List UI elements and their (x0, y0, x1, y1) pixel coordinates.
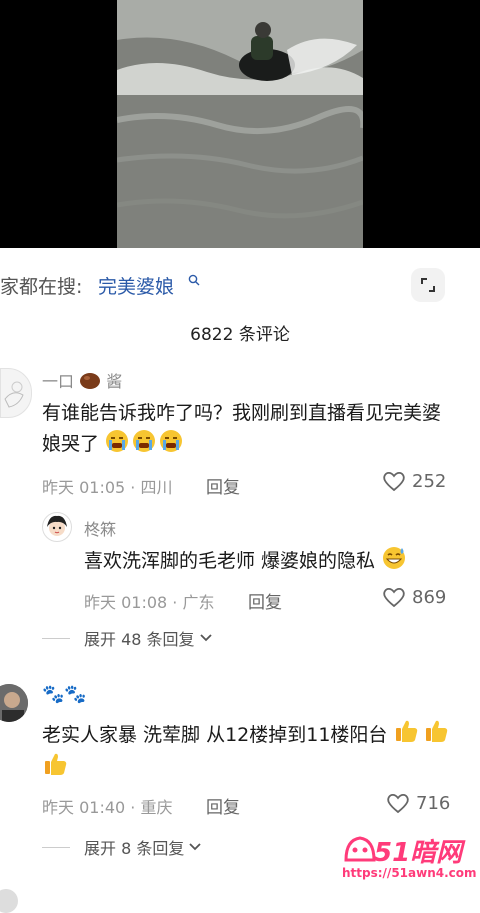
comment-count: 6822 条评论 (190, 325, 290, 345)
comment-meta: 昨天 01:05 · 四川 (42, 478, 173, 497)
avatar-photo-icon (0, 684, 28, 722)
like-count: 869 (412, 586, 447, 608)
video-frame (117, 0, 363, 248)
like-count: 252 (412, 470, 447, 492)
comment-username[interactable]: 🐾🐾 (42, 684, 87, 705)
hot-search-term[interactable]: 完美婆娘 (98, 272, 174, 299)
comment-text: 有谁能告诉我咋了吗？我刚刷到直播看见完美婆 娘哭了 (42, 402, 442, 455)
hot-search-prefix: 家都在搜: (0, 276, 83, 298)
divider-line (42, 637, 70, 639)
expand-icon (421, 278, 435, 292)
expand-replies-label: 展开 48 条回复 (84, 630, 195, 649)
avatar[interactable] (0, 368, 32, 418)
comment-item: 🐾🐾 老实人家暴 洗荤脚 从12楼掉到11楼阳台 昨天 01:40 · 重庆 回… (0, 680, 480, 830)
comment-item: 一口 酱 有谁能告诉我咋了吗？我刚刷到直播看见完美婆 娘哭了 昨天 01:05 … (0, 360, 480, 510)
expand-icon-button[interactable] (411, 268, 445, 302)
crying-emoji-icons (106, 430, 183, 452)
expand-replies-label: 展开 8 条回复 (84, 839, 185, 858)
search-icon (188, 274, 200, 286)
comment-text: 老实人家暴 洗荤脚 从12楼掉到11楼阳台 (42, 718, 451, 784)
like-count: 716 (416, 792, 451, 814)
avatar[interactable] (0, 684, 28, 722)
thumbs-up-icon (396, 720, 418, 742)
heart-icon (387, 793, 409, 814)
watermark-url: https://51awn4.com (342, 866, 477, 880)
comment-text: 喜欢洗浑脚的毛老师 爆婆娘的隐私 (84, 546, 407, 577)
watermark: 51暗网 https://51awn4.com (340, 830, 480, 890)
expand-replies-button[interactable]: 展开 48 条回复 (42, 626, 213, 650)
reply-button[interactable]: 回复 (248, 588, 282, 613)
grinning-sweat-emoji-icon (383, 547, 406, 569)
heart-icon (383, 587, 405, 608)
reply-button[interactable]: 回复 (206, 473, 240, 498)
avatar[interactable] (0, 889, 18, 913)
avatar-girl-icon (47, 515, 67, 536)
chevron-down-icon (199, 634, 212, 642)
avatar-sketch-icon (4, 381, 24, 408)
comment-username[interactable]: 柊箖 (84, 516, 116, 540)
like-button[interactable]: 716 (386, 792, 450, 814)
avatar[interactable] (42, 512, 72, 542)
comment-meta: 昨天 01:08 · 广东 (84, 593, 215, 612)
expand-replies-button[interactable]: 展开 8 条回复 (42, 835, 202, 859)
hot-search-bar[interactable]: 家都在搜: 完美婆娘 (0, 258, 480, 310)
chestnut-icon (80, 373, 101, 389)
like-button[interactable]: 869 (382, 586, 446, 608)
watermark-title: 51暗网 (374, 838, 463, 868)
comment-meta: 昨天 01:40 · 重庆 (42, 798, 173, 817)
like-button[interactable]: 252 (382, 470, 446, 492)
video-player[interactable] (0, 0, 480, 248)
thumbs-up-icon (45, 753, 67, 775)
reply-item: 柊箖 喜欢洗浑脚的毛老师 爆婆娘的隐私 昨天 01:08 · 广东 回复 869 (0, 510, 480, 620)
heart-icon (383, 471, 405, 492)
chevron-down-icon (189, 843, 201, 851)
thumbs-up-icons (396, 720, 448, 742)
crying-face-icon (106, 430, 129, 452)
comment-username[interactable]: 一口 酱 (42, 368, 122, 392)
reply-button[interactable]: 回复 (206, 793, 240, 818)
jet-ski-water-scene (117, 0, 363, 248)
divider-line (42, 846, 70, 848)
